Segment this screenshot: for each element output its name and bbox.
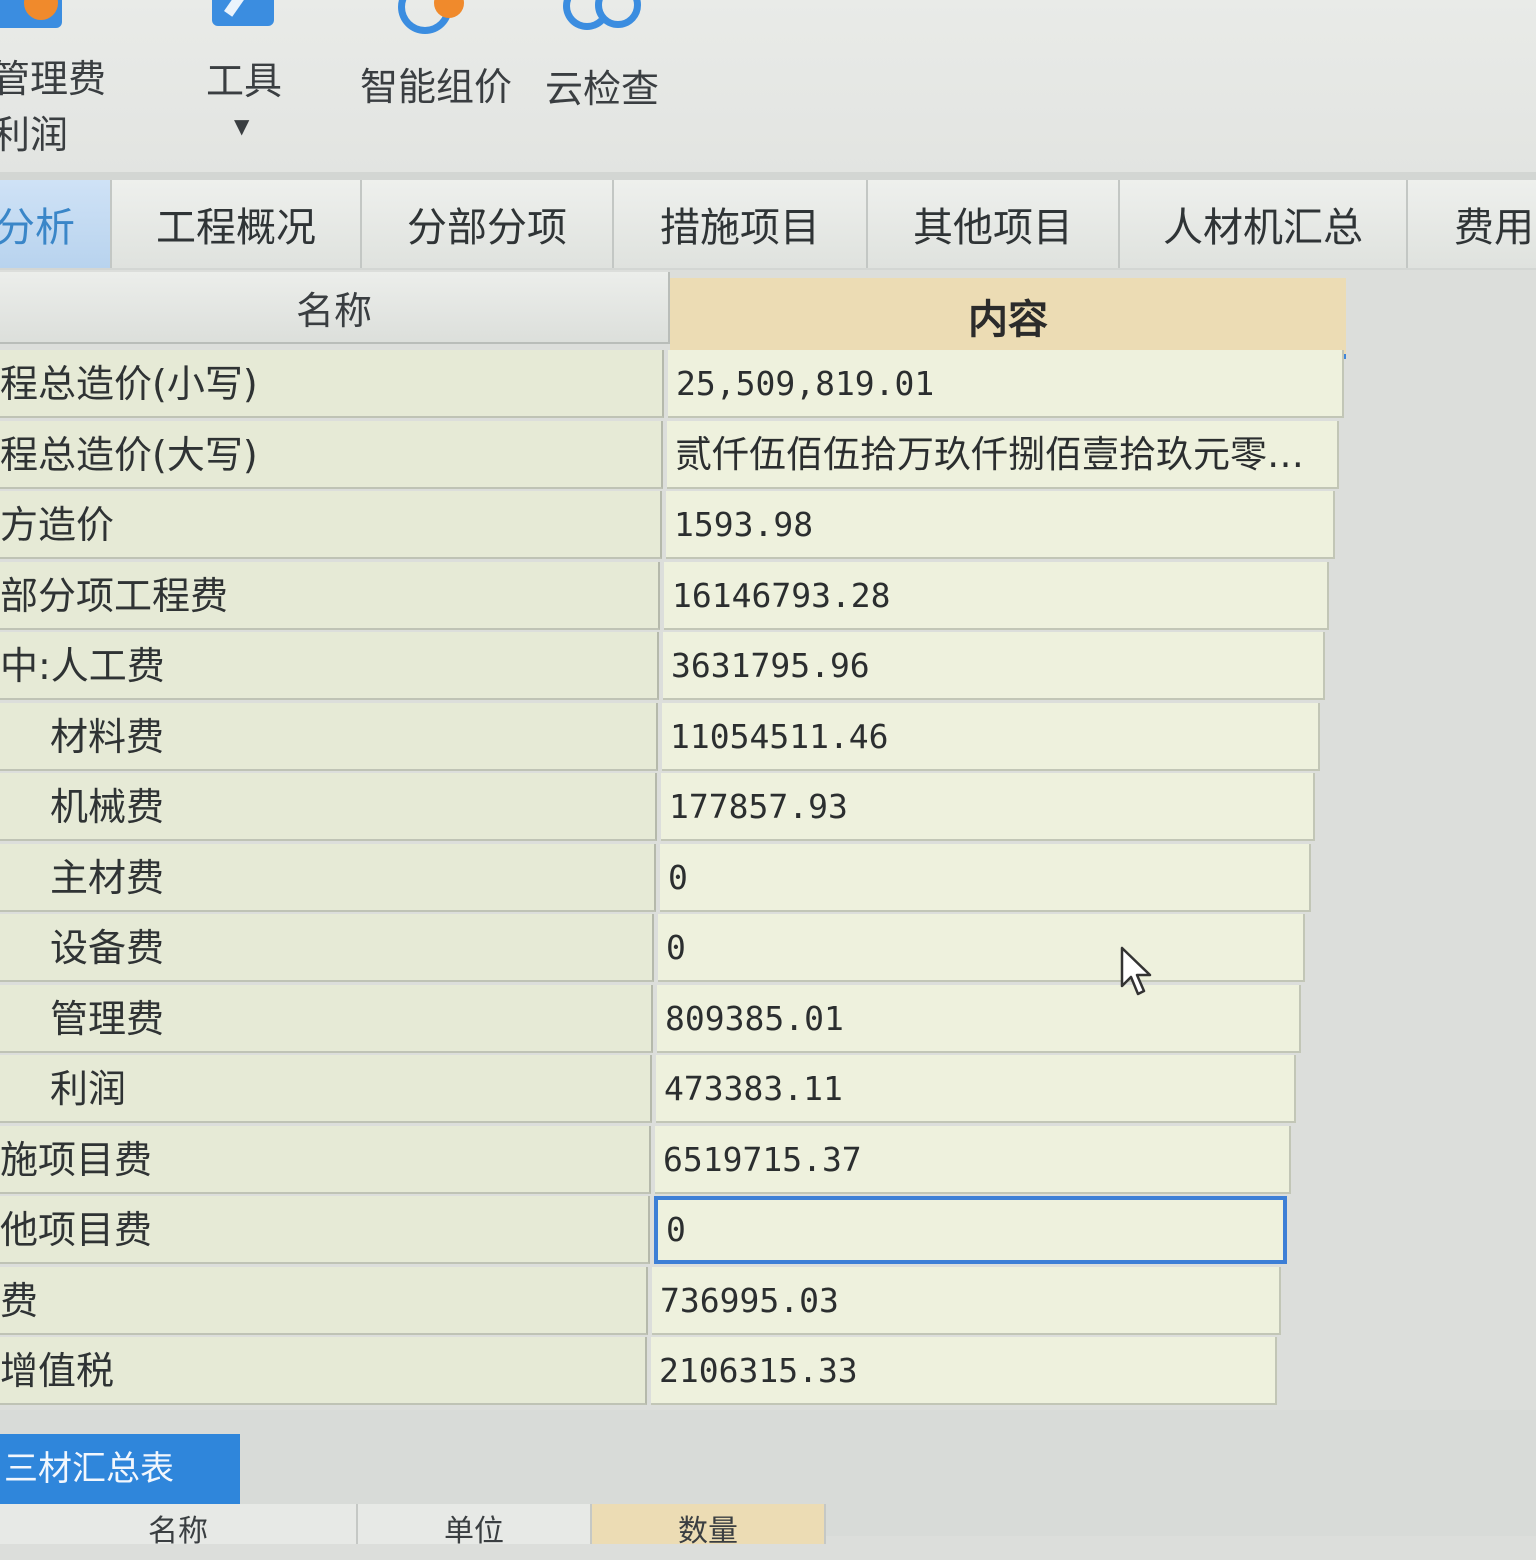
tab-project-overview[interactable]: 工程概况 [112,180,362,268]
fee-settings-icon [0,0,62,28]
row-value-cell[interactable]: 0 [658,914,1305,982]
row-value-cell[interactable]: 2106315.33 [651,1337,1277,1405]
bottom-header-quantity[interactable]: 数量 [592,1504,826,1549]
row-value-cell[interactable]: 473383.11 [656,1055,1296,1123]
tab-label: 分析 [0,205,75,251]
cloud-check-icon [563,0,643,32]
tools-icon [212,0,274,26]
fee-profit-button[interactable]: 管理费 利润 [0,0,140,160]
fee-button-label: 管理费 [0,57,107,101]
column-header-name[interactable]: 名称 [0,272,670,344]
column-header-content[interactable]: 内容 [670,278,1346,359]
row-name-cell[interactable]: 程总造价(大写) [0,420,663,489]
cloud-check-label: 云检查 [545,67,660,111]
row-name-cell[interactable]: 主材费 [0,843,656,912]
row-value-cell[interactable]: 1593.98 [666,491,1335,559]
bottom-panel: 三材汇总表 名称 单位 数量 [0,1410,1536,1549]
tab-other-items[interactable]: 其他项目 [868,180,1120,268]
tab-measures[interactable]: 措施项目 [614,180,868,268]
tab-label: 工程概况 [156,205,316,251]
row-value-cell-selected[interactable]: 0 [654,1196,1287,1264]
tab-label: 措施项目 [660,205,820,251]
mouse-pointer-icon [1120,946,1152,996]
row-value-cell[interactable]: 6519715.37 [655,1125,1291,1194]
tab-label: 人材机汇总 [1163,205,1363,251]
row-value-cell[interactable]: 25,509,819.01 [668,350,1344,418]
row-name-cell[interactable]: 机械费 [0,773,657,841]
chevron-down-icon: ▼ [234,114,250,138]
smart-price-button[interactable]: 智能组价 [360,0,520,110]
row-value-cell[interactable]: 0 [660,843,1311,912]
row-name-cell[interactable]: 方造价 [0,491,662,559]
row-value-cell[interactable]: 11054511.46 [662,702,1320,771]
tab-three-materials-summary[interactable]: 三材汇总表 [0,1434,240,1504]
row-name-cell[interactable]: 费 [0,1266,648,1335]
row-value-cell[interactable]: 736995.03 [652,1266,1281,1335]
tab-fees[interactable]: 费用 [1408,180,1536,268]
smart-price-label: 智能组价 [360,65,513,109]
row-name-cell[interactable]: 管理费 [0,984,653,1053]
row-value-cell[interactable]: 16146793.28 [664,561,1329,630]
row-name-cell[interactable]: 材料费 [0,702,658,771]
bottom-header-unit[interactable]: 单位 [358,1504,592,1549]
tab-label: 费用 [1454,205,1534,251]
row-value-cell[interactable]: 809385.01 [657,984,1301,1053]
tab-label: 分部分项 [407,205,567,251]
view-tabs: 分析 工程概况 分部分项 措施项目 其他项目 人材机汇总 费用 [0,172,1536,270]
row-name-cell[interactable]: 中:人工费 [0,632,659,700]
row-name-cell[interactable]: 增值税 [0,1337,647,1405]
tools-button[interactable]: 工具 ▼ [190,0,300,150]
tab-analysis[interactable]: 分析 [0,180,112,268]
cloud-check-button[interactable]: 云检查 [545,0,675,111]
tab-label: 其他项目 [913,205,1073,251]
bottom-header-name[interactable]: 名称 [0,1504,358,1549]
row-name-cell[interactable]: 他项目费 [0,1196,650,1264]
smart-price-icon [398,0,472,34]
row-name-cell[interactable]: 施项目费 [0,1125,651,1194]
fee-button-sublabel: 利润 [0,113,69,157]
tab-sub-items[interactable]: 分部分项 [362,180,614,268]
row-value-cell[interactable]: 贰仟伍佰伍拾万玖仟捌佰壹拾玖元零… [667,420,1339,489]
tools-button-label: 工具 [206,59,283,103]
row-name-cell[interactable]: 程总造价(小写) [0,350,664,418]
row-name-cell[interactable]: 利润 [0,1055,652,1123]
row-name-cell[interactable]: 部分项工程费 [0,561,660,630]
ribbon-toolbar: 管理费 利润 工具 ▼ 智能组价 云检查 [0,0,1536,178]
row-value-cell[interactable]: 177857.93 [661,773,1315,841]
row-name-cell[interactable]: 设备费 [0,914,654,982]
tab-labor-material-summary[interactable]: 人材机汇总 [1120,180,1408,268]
row-value-cell[interactable]: 3631795.96 [663,632,1325,700]
